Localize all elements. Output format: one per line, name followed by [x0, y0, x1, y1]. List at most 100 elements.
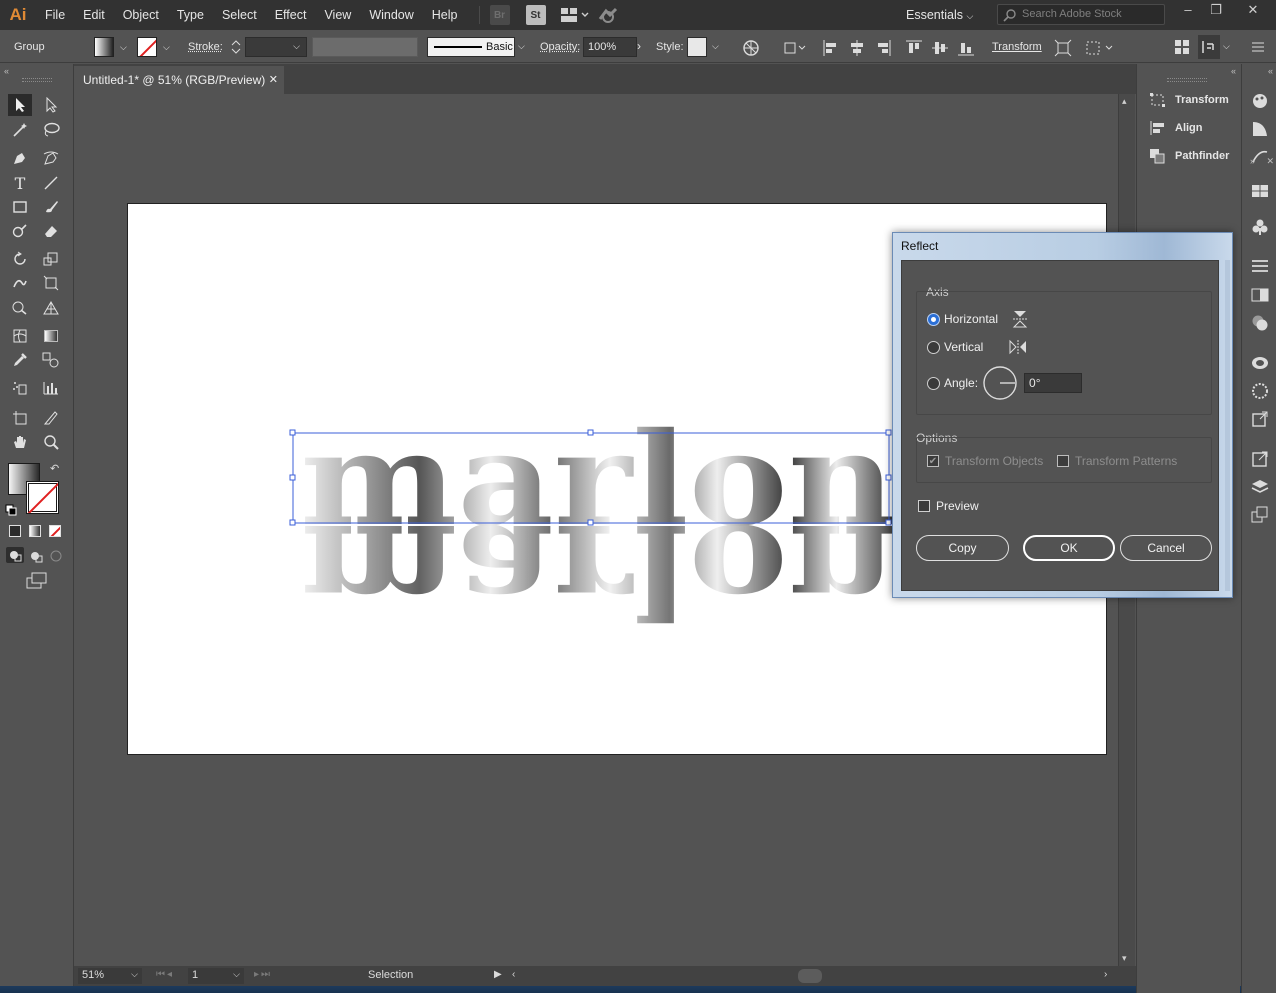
- align-to-icon[interactable]: [783, 39, 807, 60]
- mesh-tool-icon[interactable]: [8, 325, 32, 347]
- align-top-icon[interactable]: [905, 39, 923, 60]
- chevron-down-icon[interactable]: ⌵: [712, 41, 719, 52]
- stock-button[interactable]: St: [526, 5, 546, 25]
- menu-file[interactable]: File: [36, 0, 74, 30]
- transform-patterns-check[interactable]: [1057, 455, 1069, 467]
- direct-selection-tool-icon[interactable]: [39, 94, 63, 116]
- symbol-sprayer-tool-icon[interactable]: [8, 377, 32, 399]
- pen-tool-icon[interactable]: [8, 147, 32, 169]
- curvature-tool-icon[interactable]: [39, 147, 63, 169]
- variable-width-profile[interactable]: [312, 37, 418, 57]
- align-middle-icon[interactable]: [931, 39, 949, 60]
- fill-swatch[interactable]: ⌵: [94, 31, 127, 63]
- first-artboard-icon[interactable]: ⏮◂: [156, 969, 174, 980]
- free-transform-tool-icon[interactable]: [39, 272, 63, 294]
- close-window-button[interactable]: ✕: [1238, 0, 1268, 22]
- color-mode-icon[interactable]: [9, 525, 21, 537]
- hand-tool-icon[interactable]: [8, 431, 32, 453]
- default-colors-icon[interactable]: [5, 504, 17, 516]
- stock-search-input[interactable]: Search Adobe Stock: [997, 4, 1165, 25]
- stroke-weight-field[interactable]: ⌵: [245, 37, 307, 57]
- scroll-down-icon[interactable]: ▾: [1122, 953, 1127, 964]
- close-tab-icon[interactable]: ✕: [269, 66, 278, 94]
- appearance-panel-icon[interactable]: [1251, 354, 1269, 372]
- zoom-tool-icon[interactable]: [39, 431, 63, 453]
- stroke-swatch[interactable]: ⌵: [137, 31, 170, 63]
- angle-radio-button[interactable]: [927, 377, 940, 390]
- eraser-tool-icon[interactable]: [39, 220, 63, 242]
- rotate-tool-icon[interactable]: [8, 248, 32, 270]
- angle-dial-icon[interactable]: [982, 365, 1018, 401]
- brush-definition[interactable]: Basic: [427, 37, 515, 57]
- magic-wand-tool-icon[interactable]: [8, 119, 32, 141]
- isolate-group-icon[interactable]: [1054, 39, 1072, 60]
- stroke-panel-icon[interactable]: [1251, 258, 1269, 276]
- edit-contents-icon[interactable]: [1084, 39, 1114, 60]
- graphic-style-swatch[interactable]: [687, 37, 707, 57]
- align-left-icon[interactable]: [822, 39, 840, 60]
- panel-menu-icon[interactable]: [1251, 40, 1265, 57]
- draw-inside-icon[interactable]: [49, 549, 63, 566]
- zoom-field[interactable]: 51% ⌵: [78, 968, 142, 984]
- pathfinder-panel-button[interactable]: Pathfinder: [1149, 145, 1229, 167]
- dock-separator[interactable]: » ✕: [1242, 156, 1276, 168]
- perspective-grid-tool-icon[interactable]: [39, 297, 63, 319]
- graphic-styles-panel-icon[interactable]: [1251, 382, 1269, 400]
- open-external-panel-icon[interactable]: [1251, 450, 1269, 468]
- chevron-down-icon[interactable]: ⌵: [518, 41, 525, 52]
- align-right-icon[interactable]: [874, 39, 892, 60]
- ok-button[interactable]: OK: [1023, 535, 1115, 561]
- recolor-artwork-icon[interactable]: [742, 39, 760, 60]
- transform-panel-button[interactable]: Transform: [1149, 89, 1229, 111]
- chevron-down-icon[interactable]: ⌵: [1223, 41, 1230, 52]
- horizontal-radio[interactable]: Horizontal: [927, 310, 1028, 328]
- artboards-panel-icon[interactable]: [1251, 506, 1269, 524]
- shaper-tool-icon[interactable]: [8, 220, 32, 242]
- align-center-icon[interactable]: [848, 39, 866, 60]
- preview-check[interactable]: [918, 500, 930, 512]
- export-panel-icon[interactable]: [1251, 410, 1269, 428]
- gradient-tool-icon[interactable]: [39, 325, 63, 347]
- status-menu-icon[interactable]: ▶: [494, 969, 502, 980]
- type-tool-icon[interactable]: T: [8, 172, 32, 194]
- chevron-right-icon[interactable]: ›: [637, 39, 641, 53]
- grid-view-icon[interactable]: [1174, 39, 1190, 58]
- arrange-documents-icon[interactable]: [560, 5, 590, 25]
- menu-type[interactable]: Type: [168, 0, 213, 30]
- stroke-color-swatch[interactable]: [26, 481, 59, 514]
- copy-button[interactable]: Copy: [916, 535, 1009, 561]
- artwork-text-reflected[interactable]: marlon: [300, 495, 896, 645]
- panel-grip[interactable]: [1167, 78, 1207, 82]
- menu-window[interactable]: Window: [360, 0, 422, 30]
- menu-help[interactable]: Help: [423, 0, 467, 30]
- color-panel-icon[interactable]: [1251, 92, 1269, 110]
- transform-objects-checkbox[interactable]: ✔ Transform Objects: [927, 454, 1043, 468]
- gradient-mode-icon[interactable]: [29, 525, 41, 537]
- menu-view[interactable]: View: [315, 0, 360, 30]
- scroll-up-icon[interactable]: ▴: [1122, 96, 1127, 107]
- warp-tool-icon[interactable]: [8, 272, 32, 294]
- scale-tool-icon[interactable]: [39, 248, 63, 270]
- layers-panel-icon[interactable]: [1251, 478, 1269, 496]
- cancel-button[interactable]: Cancel: [1120, 535, 1212, 561]
- stroke-weight-stepper[interactable]: [229, 31, 243, 63]
- control-options-icon[interactable]: [1198, 35, 1220, 59]
- screen-mode-icon[interactable]: [26, 572, 48, 593]
- document-tab[interactable]: Untitled-1* @ 51% (RGB/Preview) ✕: [74, 66, 284, 94]
- scroll-right-icon[interactable]: ›: [1104, 969, 1107, 980]
- transform-objects-check[interactable]: ✔: [927, 455, 939, 467]
- eyedropper-tool-icon[interactable]: [8, 349, 32, 371]
- next-artboard-icon[interactable]: ▸⏭: [254, 969, 272, 980]
- transparency-panel-icon[interactable]: [1251, 314, 1269, 332]
- minimize-button[interactable]: –: [1173, 0, 1203, 22]
- transform-patterns-checkbox[interactable]: Transform Patterns: [1057, 454, 1177, 468]
- draw-normal-icon[interactable]: [6, 547, 24, 563]
- rectangle-tool-icon[interactable]: [8, 196, 32, 218]
- draw-behind-icon[interactable]: [28, 549, 46, 566]
- swatches-panel-icon[interactable]: [1251, 182, 1269, 200]
- paintbrush-tool-icon[interactable]: [39, 196, 63, 218]
- artboard-navigation-field[interactable]: 1 ⌵: [188, 968, 244, 984]
- line-tool-icon[interactable]: [39, 172, 63, 194]
- none-mode-icon[interactable]: [49, 525, 61, 537]
- swap-colors-icon[interactable]: ↶: [50, 462, 59, 475]
